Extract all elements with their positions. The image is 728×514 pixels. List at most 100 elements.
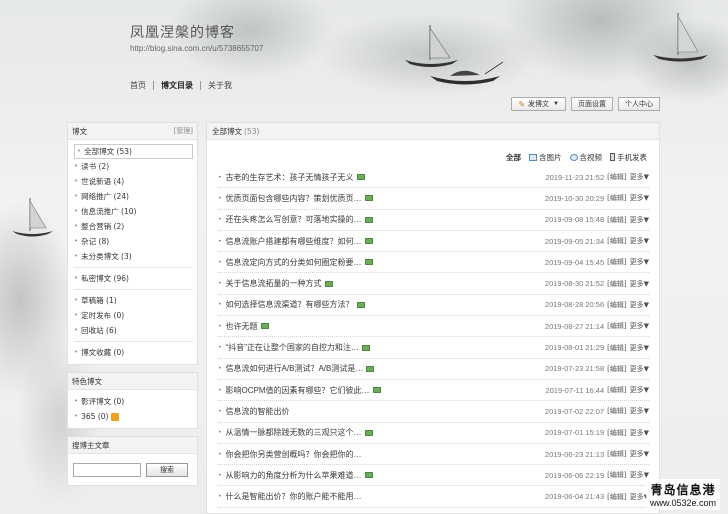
more-menu[interactable]: 更多▼: [630, 406, 649, 416]
more-menu[interactable]: 更多▼: [630, 257, 649, 267]
search-input[interactable]: [73, 463, 141, 477]
article-title-link[interactable]: 你会把你另类营创概吗？你会把你的…: [226, 449, 362, 460]
rss-icon[interactable]: [111, 412, 120, 421]
article-row: • 什么是智能出价？你的账户能不能用… 2019-06-04 21:43 [编辑] 更多…: [218, 486, 649, 508]
article-title-link[interactable]: 从温情一脉都除践无数的三观只这个…: [226, 427, 362, 438]
more-menu[interactable]: 更多▼: [630, 300, 649, 310]
more-menu[interactable]: 更多▼: [630, 343, 649, 353]
featured-item[interactable]: • 365 (0): [74, 409, 193, 424]
edit-link[interactable]: [编辑]: [607, 215, 626, 225]
post-article-label: 发博文: [528, 101, 550, 108]
article-title-link[interactable]: 关于信息流拓量的一种方式: [226, 278, 322, 289]
edit-link[interactable]: [编辑]: [607, 193, 626, 203]
category-item[interactable]: • 世说新语 (4): [74, 174, 193, 189]
edit-link[interactable]: [编辑]: [607, 300, 626, 310]
blog-url[interactable]: http://blog.sina.com.cn/u/5738655707: [130, 44, 263, 53]
more-menu[interactable]: 更多▼: [630, 193, 649, 203]
scheduled-item[interactable]: • 定时发布 (0): [74, 308, 193, 323]
bullet-icon: •: [218, 237, 222, 245]
category-label: 博文收藏 (0): [81, 348, 125, 357]
nav-about[interactable]: 关于我: [208, 80, 232, 91]
drafts-item[interactable]: • 草稿箱 (1): [74, 293, 193, 308]
more-menu[interactable]: 更多▼: [630, 321, 649, 331]
nav-post-catalog[interactable]: 博文目录: [161, 80, 193, 91]
more-menu[interactable]: 更多▼: [630, 449, 649, 459]
manage-link[interactable]: [管理]: [174, 126, 193, 136]
recycle-bin-item[interactable]: • 回收站 (6): [74, 323, 193, 338]
more-menu[interactable]: 更多▼: [630, 172, 649, 182]
more-menu[interactable]: 更多▼: [630, 215, 649, 225]
article-meta: 2019-08-28 20:56 [编辑] 更多▼: [545, 300, 649, 310]
more-menu[interactable]: 更多▼: [630, 385, 649, 395]
article-title-link[interactable]: 也许无题: [226, 321, 258, 332]
category-item[interactable]: • 杂记 (8): [74, 234, 193, 249]
article-title-group: • 影响OCPM值的因素有哪些？它们彼此…: [218, 385, 381, 396]
edit-link[interactable]: [编辑]: [607, 279, 626, 289]
page-settings-button[interactable]: 页面设置: [571, 97, 613, 111]
favorites-item[interactable]: • 博文收藏 (0): [74, 345, 193, 360]
article-meta: 2019-06-04 21:43 [编辑] 更多▼: [545, 492, 649, 502]
posts-panel-title: 博文: [72, 126, 87, 136]
post-article-button[interactable]: ✎ 发博文 ▼: [511, 97, 566, 111]
article-title-link[interactable]: 什么是智能出价？你的账户能不能用…: [226, 491, 362, 502]
category-item[interactable]: • 整合营销 (2): [74, 219, 193, 234]
article-title-link[interactable]: 信息流的智能出价: [226, 406, 290, 417]
article-title-link[interactable]: 影响OCPM值的因素有哪些？它们彼此…: [226, 385, 370, 396]
edit-link[interactable]: [编辑]: [607, 364, 626, 374]
edit-link[interactable]: [编辑]: [607, 321, 626, 331]
nav-home[interactable]: 首页: [130, 80, 146, 91]
edit-link[interactable]: [编辑]: [607, 343, 626, 353]
edit-link[interactable]: [编辑]: [607, 449, 626, 459]
bullet-icon: •: [218, 450, 222, 458]
edit-link[interactable]: [编辑]: [607, 236, 626, 246]
article-title-link[interactable]: 古老的生存艺术：孩子无情孩子无义: [226, 172, 354, 183]
edit-link[interactable]: [编辑]: [607, 172, 626, 182]
article-meta: 2019-09-04 15:45 [编辑] 更多▼: [545, 257, 649, 267]
sidebar: 博文 [管理] • 全部博文 (53) • 读书 (2) • 世说新语 (4) • 网络…: [67, 122, 198, 493]
edit-link[interactable]: [编辑]: [607, 492, 626, 502]
category-item[interactable]: • 读书 (2): [74, 159, 193, 174]
list-divider: [74, 267, 193, 268]
article-title-link[interactable]: “抖音”正在让整个国家的自控力和注…: [226, 342, 359, 353]
article-title-link[interactable]: 还在头疼怎么写创意？可落地实操的…: [226, 214, 362, 225]
article-title-group: • 什么是智能出价？你的账户能不能用…: [218, 491, 362, 502]
edit-link[interactable]: [编辑]: [607, 428, 626, 438]
filter-videos[interactable]: 含视频: [569, 152, 602, 163]
article-title-link[interactable]: 优质页面包含哪些内容？策划优质页…: [226, 193, 362, 204]
search-button[interactable]: 搜索: [146, 463, 188, 477]
filter-all[interactable]: 全部: [506, 152, 521, 163]
edit-link[interactable]: [编辑]: [607, 257, 626, 267]
article-title-link[interactable]: 信息流定向方式的分类如何圈定粉要…: [226, 257, 362, 268]
filter-label: 含图片: [539, 152, 562, 162]
category-label: 未分类博文 (3): [81, 252, 132, 261]
bullet-icon: •: [218, 280, 222, 288]
article-title-group: • 关于信息流拓量的一种方式: [218, 278, 333, 289]
filter-images[interactable]: 含图片: [529, 152, 562, 163]
more-menu[interactable]: 更多▼: [630, 428, 649, 438]
article-title-link[interactable]: 信息流如何进行A/B测试？A/B测试是…: [226, 363, 364, 374]
article-title-group: • 优质页面包含哪些内容？策划优质页…: [218, 193, 373, 204]
edit-link[interactable]: [编辑]: [607, 385, 626, 395]
article-title-link[interactable]: 从影响力的角度分析为什么苹果难道…: [226, 470, 362, 481]
bullet-icon: •: [218, 429, 222, 437]
filter-mobile[interactable]: 手机发表: [610, 152, 647, 163]
category-item[interactable]: • 未分类博文 (3): [74, 249, 193, 264]
article-row: • 信息流定向方式的分类如何圈定粉要… 2019-09-04 15:45 [编辑] 更多…: [218, 252, 649, 274]
more-menu[interactable]: 更多▼: [630, 279, 649, 289]
category-item[interactable]: • 信息流推广 (10): [74, 204, 193, 219]
personal-center-button[interactable]: 个人中心: [618, 97, 660, 111]
edit-link[interactable]: [编辑]: [607, 470, 626, 480]
more-menu[interactable]: 更多▼: [630, 236, 649, 246]
article-title-link[interactable]: 信息流账户搭建都有哪些维度？如何…: [226, 236, 362, 247]
more-menu[interactable]: 更多▼: [630, 364, 649, 374]
category-item[interactable]: • 网络推广 (24): [74, 189, 193, 204]
article-title-group: • 信息流账户搭建都有哪些维度？如何…: [218, 236, 373, 247]
article-title-link[interactable]: 如何选择信息流渠道？有哪些方法？: [226, 299, 354, 310]
private-posts-item[interactable]: • 私密博文 (96): [74, 271, 193, 286]
article-meta: 2019-09-08 15:48 [编辑] 更多▼: [545, 215, 649, 225]
edit-link[interactable]: [编辑]: [607, 406, 626, 416]
category-item-all[interactable]: • 全部博文 (53): [74, 144, 193, 159]
featured-item[interactable]: • 影评博文 (0): [74, 394, 193, 409]
article-title-group: • 信息流的智能出价: [218, 406, 290, 417]
blog-title[interactable]: 凤凰涅槃的博客: [130, 22, 235, 42]
